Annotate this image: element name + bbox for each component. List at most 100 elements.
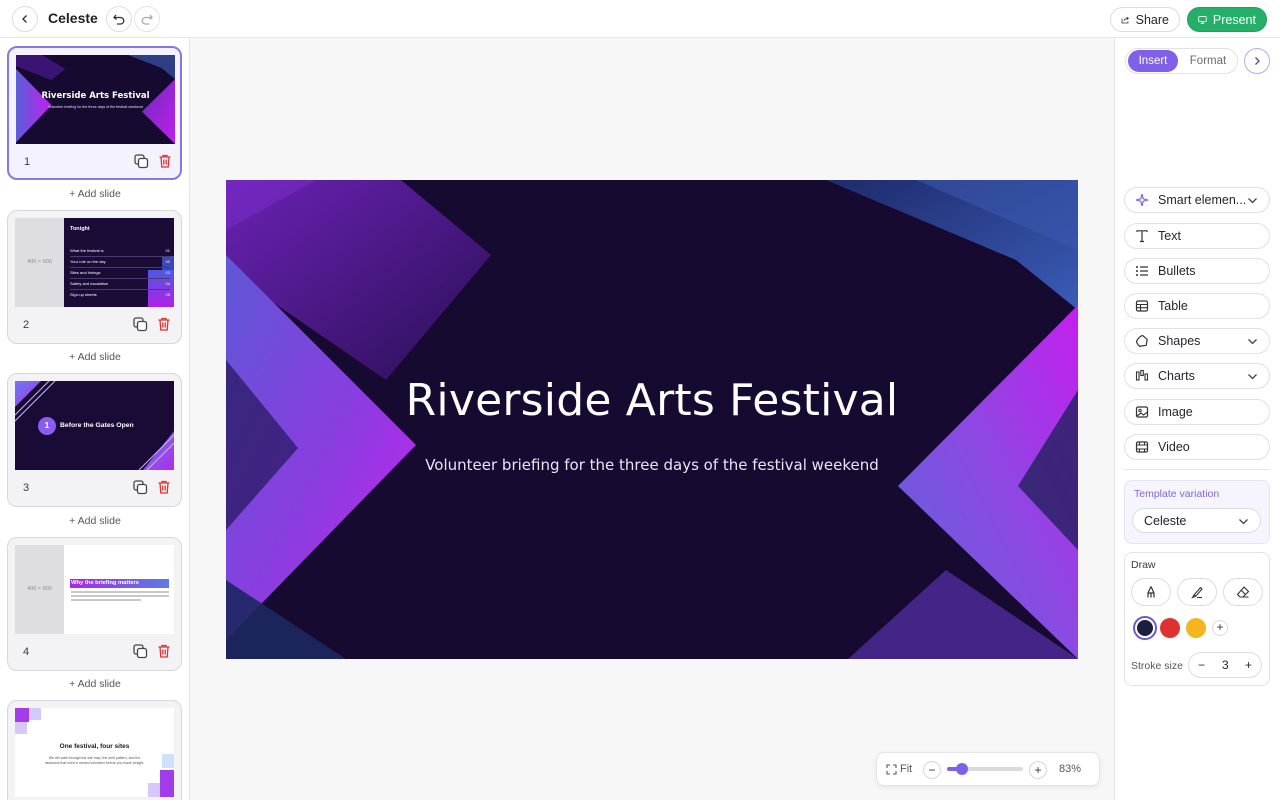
charts-button[interactable]: Charts [1124, 363, 1270, 389]
thumb-subtitle: Volunteer briefing for the three days of… [48, 105, 143, 109]
tool-label: Smart elemen... [1158, 193, 1247, 207]
zoom-out-button[interactable]: − [923, 761, 941, 779]
fit-icon[interactable] [886, 764, 897, 775]
tool-label: Shapes [1158, 334, 1201, 348]
add-slide-button[interactable]: + Add slide [0, 351, 189, 363]
pen-icon [1147, 586, 1155, 598]
template-variation-value: Celeste [1144, 514, 1187, 528]
highlighter-icon [1191, 586, 1203, 599]
slide-preview: 1 Before the Gates Open [15, 381, 174, 470]
text-line [71, 591, 169, 593]
decorative-block [160, 770, 174, 797]
add-slide-button[interactable]: + Add slide [0, 678, 189, 690]
stroke-decrease-button[interactable]: − [1198, 658, 1205, 672]
redo-button[interactable] [134, 6, 160, 32]
slide-title[interactable]: Riverside Arts Festival [226, 375, 1078, 426]
shapes-button[interactable]: Shapes [1124, 328, 1270, 354]
slide-thumbnail-4[interactable]: 400 × 900 Why the briefing matters 4 [7, 537, 182, 671]
undo-button[interactable] [106, 6, 132, 32]
image-icon [1135, 406, 1149, 418]
eraser-tool-button[interactable] [1223, 578, 1263, 606]
trash-icon[interactable] [156, 479, 172, 495]
redo-icon [141, 14, 153, 25]
color-swatch-yellow[interactable] [1186, 618, 1206, 638]
add-color-button[interactable]: + [1212, 620, 1228, 636]
table-button[interactable]: Table [1124, 293, 1270, 319]
text-line [71, 599, 141, 601]
slide-thumbnail-3[interactable]: 1 Before the Gates Open 3 [7, 373, 182, 507]
decorative-block [162, 754, 174, 768]
zoom-in-button[interactable]: + [1029, 761, 1047, 779]
slide-preview: 400 × 900 Tonight What the festival is 01… [15, 218, 174, 307]
document-title[interactable]: Celeste [48, 10, 98, 26]
template-variation-label: Template variation [1134, 488, 1220, 500]
agenda-list: What the festival is 01 Your role on the … [70, 246, 170, 300]
duplicate-icon[interactable] [132, 316, 148, 332]
tool-label: Charts [1158, 369, 1195, 383]
decorative-block [148, 783, 160, 797]
video-icon [1135, 441, 1149, 453]
slide-thumbnail-5[interactable]: One festival, four sites We will walk th… [7, 700, 182, 800]
duplicate-icon[interactable] [133, 153, 149, 169]
slide-number: 3 [23, 482, 30, 494]
decorative-block [29, 708, 41, 720]
zoom-slider-track[interactable] [947, 763, 1023, 775]
slide-subtitle[interactable]: Volunteer briefing for the three days of… [226, 456, 1078, 474]
agenda-item: Safety and escalation 04 [70, 279, 170, 290]
shapes-icon [1135, 334, 1148, 348]
share-button[interactable]: Share [1110, 7, 1180, 32]
agenda-item: Sites and timings 03 [70, 268, 170, 279]
template-variation-select[interactable]: Celeste [1132, 508, 1261, 533]
eraser-icon [1236, 586, 1250, 598]
chevron-right-icon [1255, 57, 1260, 65]
slide-number: 4 [23, 646, 30, 658]
back-button[interactable] [12, 6, 38, 32]
pen-tool-button[interactable] [1131, 578, 1171, 606]
bullets-button[interactable]: Bullets [1124, 258, 1270, 284]
image-button[interactable]: Image [1124, 399, 1270, 425]
stroke-size-label: Stroke size [1131, 660, 1183, 672]
trash-icon[interactable] [156, 316, 172, 332]
text-button[interactable]: Text [1124, 223, 1270, 249]
panel-tabs: Insert Format [1125, 48, 1238, 74]
tab-insert[interactable]: Insert [1128, 50, 1178, 72]
slide-thumbnails-panel: Riverside Arts Festival Volunteer briefi… [0, 38, 190, 800]
agenda-item: Sign-up sheets 05 [70, 292, 170, 297]
duplicate-icon[interactable] [132, 643, 148, 659]
add-slide-button[interactable]: + Add slide [0, 515, 189, 527]
placeholder-label: 400 × 900 [27, 586, 52, 592]
tool-label: Text [1158, 229, 1181, 243]
chevron-down-icon [1248, 198, 1257, 204]
agenda-item: Your role on the day 02 [70, 257, 170, 268]
chevron-down-icon [1248, 339, 1257, 345]
slide-thumbnail-2[interactable]: 400 × 900 Tonight What the festival is 01… [7, 210, 182, 344]
stroke-increase-button[interactable]: + [1245, 658, 1252, 672]
duplicate-icon[interactable] [132, 479, 148, 495]
stroke-size-stepper: − 3 + [1188, 652, 1262, 678]
highlighter-tool-button[interactable] [1177, 578, 1217, 606]
fit-button[interactable]: Fit [900, 763, 912, 775]
tool-label: Table [1158, 299, 1188, 313]
slide-thumbnail-1[interactable]: Riverside Arts Festival Volunteer briefi… [7, 46, 182, 180]
color-swatch-selected[interactable] [1133, 616, 1157, 640]
trash-icon[interactable] [156, 643, 172, 659]
thumb-title: Tonight [70, 226, 90, 232]
thumb-title: Riverside Arts Festival [41, 91, 150, 101]
add-slide-button[interactable]: + Add slide [0, 188, 189, 200]
trash-icon[interactable] [157, 153, 173, 169]
tool-label: Bullets [1158, 264, 1196, 278]
slide-canvas[interactable]: Riverside Arts Festival Volunteer briefi… [226, 180, 1078, 659]
chevron-down-icon [1239, 519, 1248, 525]
panel-next-button[interactable] [1244, 48, 1270, 74]
video-button[interactable]: Video [1124, 434, 1270, 460]
present-button[interactable]: Present [1187, 7, 1267, 32]
smart-elements-button[interactable]: Smart elemen... [1124, 187, 1270, 213]
draw-label: Draw [1131, 559, 1156, 571]
thumb-body: We will walk through the site map, the s… [44, 756, 145, 765]
tab-format[interactable]: Format [1182, 50, 1234, 72]
agenda-item: What the festival is 01 [70, 246, 170, 257]
color-swatch-red[interactable] [1160, 618, 1180, 638]
bullets-icon [1136, 266, 1148, 276]
zoom-level: 83% [1059, 763, 1082, 775]
slide-preview: One festival, four sites We will walk th… [15, 708, 174, 797]
